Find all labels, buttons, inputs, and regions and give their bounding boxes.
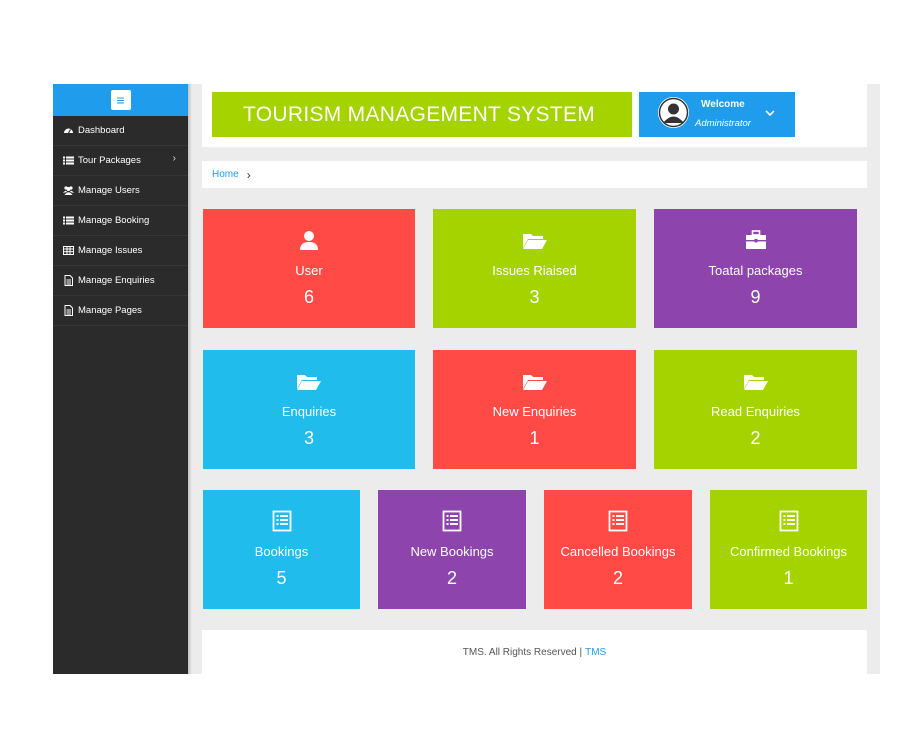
list-alt-icon (378, 510, 526, 532)
breadcrumb-home-link[interactable]: Home (212, 169, 239, 180)
stat-value: 2 (750, 428, 761, 448)
stat-card-cancelled-bookings[interactable]: Cancelled Bookings 2 (544, 490, 692, 609)
table-icon (63, 245, 74, 256)
page-header: TOURISM MANAGEMENT SYSTEM Welcome Admini… (202, 84, 867, 147)
footer: TMS. All Rights Reserved | TMS (202, 630, 867, 674)
briefcase-icon (654, 229, 857, 251)
list-alt-icon (203, 510, 360, 532)
stat-card-new-bookings[interactable]: New Bookings 2 (378, 490, 526, 609)
sidebar-item-manage-users[interactable]: Manage Users (53, 176, 188, 206)
sidebar-item-manage-pages[interactable]: Manage Pages (53, 296, 188, 326)
footer-tms-link[interactable]: TMS (585, 647, 606, 658)
copyright-text: TMS. All Rights Reserved | (462, 646, 583, 658)
list-alt-icon (544, 510, 692, 532)
folder-open-icon (433, 370, 636, 392)
user-menu[interactable]: Welcome Administrator (639, 92, 795, 137)
chevron-right-icon: › (172, 153, 176, 164)
stat-value: 1 (783, 568, 794, 588)
stat-label: Bookings (254, 544, 309, 559)
stat-value: 1 (529, 428, 540, 448)
stat-label: Cancelled Bookings (560, 544, 676, 559)
hamburger-icon[interactable]: ≡ (110, 90, 131, 110)
list-icon (63, 215, 74, 226)
list-icon (63, 155, 74, 166)
user-role: Administrator (695, 118, 751, 129)
folder-open-icon (203, 370, 415, 392)
stat-value: 3 (529, 287, 540, 307)
stat-value: 5 (276, 568, 287, 588)
stat-label: Toatal packages (708, 263, 803, 278)
chevron-down-icon[interactable] (764, 106, 776, 118)
stat-card-enquiries[interactable]: Enquiries 3 (203, 350, 415, 469)
stat-label: Enquiries (281, 404, 337, 419)
sidebar-item-label: Manage Users (78, 185, 140, 196)
document-icon (63, 275, 74, 286)
breadcrumb: Home › (202, 161, 867, 188)
stat-card-confirmed-bookings[interactable]: Confirmed Bookings 1 (710, 490, 867, 609)
stat-label: New Bookings (410, 544, 494, 559)
sidebar-shadow (188, 84, 192, 674)
stat-value: 3 (303, 428, 314, 448)
document-icon (63, 305, 74, 316)
stat-label: New Enquiries (492, 404, 577, 419)
dashboard-icon (63, 125, 74, 136)
sidebar: ≡ Dashboard Tour Packages › Manage Users (53, 84, 188, 674)
stat-value: 6 (303, 287, 314, 307)
sidebar-item-manage-booking[interactable]: Manage Booking (53, 206, 188, 236)
stat-card-users[interactable]: User 6 (203, 209, 415, 328)
sidebar-item-label: Tour Packages (78, 155, 141, 166)
stat-label: Confirmed Bookings (729, 544, 848, 559)
sidebar-item-manage-enquiries[interactable]: Manage Enquiries (53, 266, 188, 296)
app-window: ≡ Dashboard Tour Packages › Manage Users (53, 84, 880, 674)
stat-label: User (295, 263, 323, 278)
list-alt-icon (710, 510, 867, 532)
sidebar-item-label: Manage Booking (78, 215, 150, 226)
sidebar-item-label: Manage Enquiries (78, 275, 155, 286)
sidebar-header: ≡ (53, 84, 188, 116)
stat-card-new-enquiries[interactable]: New Enquiries 1 (433, 350, 636, 469)
stat-label: Read Enquiries (711, 404, 800, 419)
stat-label: Issues Riaised (492, 263, 577, 278)
users-icon (63, 185, 74, 196)
avatar (658, 97, 689, 128)
welcome-text: Welcome (701, 99, 745, 110)
sidebar-item-manage-issues[interactable]: Manage Issues (53, 236, 188, 266)
stat-value: 2 (612, 568, 623, 588)
sidebar-item-tour-packages[interactable]: Tour Packages › (53, 146, 188, 176)
stat-value: 2 (446, 568, 457, 588)
stat-card-bookings[interactable]: Bookings 5 (203, 490, 360, 609)
sidebar-item-label: Dashboard (78, 125, 125, 136)
user-icon (203, 229, 415, 251)
stat-card-issues-raised[interactable]: Issues Riaised 3 (433, 209, 636, 328)
stat-card-total-packages[interactable]: Toatal packages 9 (654, 209, 857, 328)
sidebar-item-dashboard[interactable]: Dashboard (53, 116, 188, 146)
folder-open-icon (654, 370, 857, 392)
page-title: TOURISM MANAGEMENT SYSTEM (212, 92, 632, 137)
sidebar-item-label: Manage Issues (78, 245, 143, 256)
stat-value: 9 (750, 287, 761, 307)
sidebar-item-label: Manage Pages (78, 305, 142, 316)
folder-open-icon (433, 229, 636, 251)
stat-card-read-enquiries[interactable]: Read Enquiries 2 (654, 350, 857, 469)
chevron-right-icon: › (246, 167, 251, 182)
